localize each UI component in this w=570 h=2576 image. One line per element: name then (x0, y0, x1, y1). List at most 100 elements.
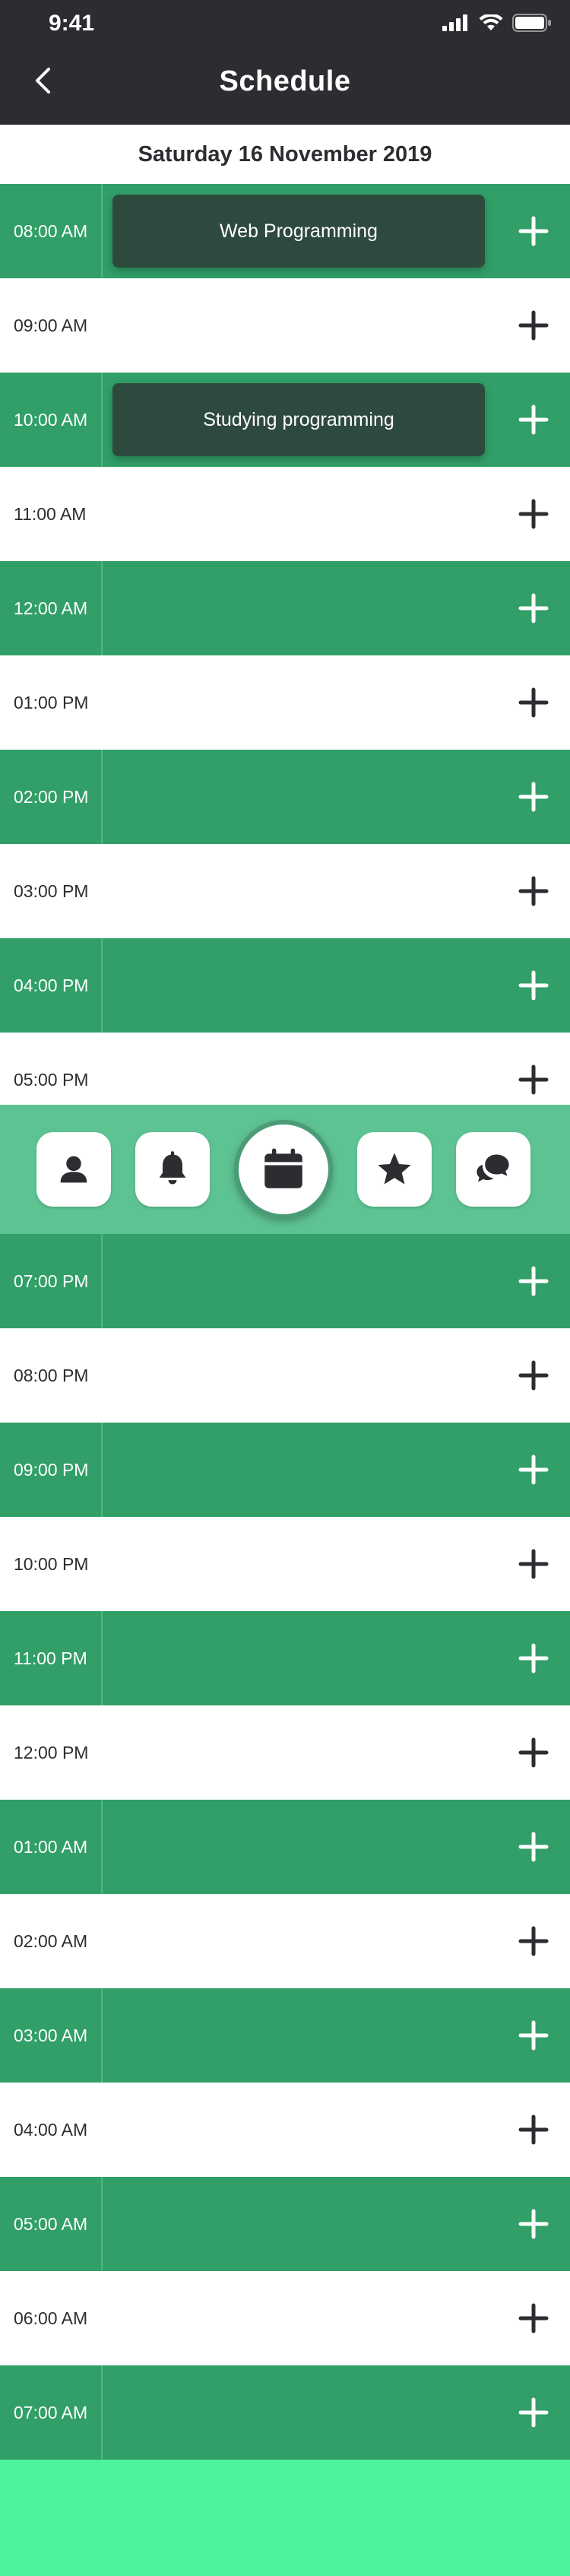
add-event-button[interactable] (508, 1915, 559, 1967)
schedule-row: 09:00 PM (0, 1423, 570, 1517)
slot-time: 11:00 AM (14, 503, 87, 524)
slot-time: 07:00 PM (0, 1234, 103, 1328)
schedule-row: 06:00 AM (0, 2271, 570, 2365)
tab-star[interactable] (357, 1132, 432, 1207)
schedule-row: 08:00 AM Web Programming (0, 184, 570, 278)
add-event-button[interactable] (508, 771, 559, 823)
schedule-row: 12:00 PM (0, 1705, 570, 1800)
plus-icon (518, 1360, 549, 1391)
bell-icon (159, 1151, 186, 1185)
calendar-icon (264, 1148, 302, 1188)
plus-icon (518, 687, 549, 718)
schedule-row: 04:00 PM (0, 938, 570, 1033)
page-title: Schedule (219, 65, 351, 97)
add-event-button[interactable] (508, 488, 559, 540)
add-event-button[interactable] (508, 1632, 559, 1684)
add-event-button[interactable] (508, 582, 559, 634)
plus-icon (518, 404, 549, 435)
schedule-row: 09:00 AM (0, 278, 570, 373)
header: 9:41 Schedule (0, 0, 570, 125)
schedule-row: 01:00 AM (0, 1800, 570, 1894)
plus-icon (518, 1064, 549, 1095)
plus-icon (518, 2303, 549, 2333)
plus-icon (518, 216, 549, 246)
add-event-button[interactable] (508, 1350, 559, 1401)
add-event-button[interactable] (508, 2104, 559, 2156)
schedule-row: 10:00 AM Studying programming (0, 373, 570, 467)
add-event-button[interactable] (508, 1538, 559, 1590)
tab-bell[interactable] (135, 1132, 210, 1207)
plus-icon (518, 970, 549, 1001)
add-event-button[interactable] (508, 865, 559, 917)
date-label: Saturday 16 November 2019 (0, 125, 570, 184)
slot-time: 09:00 AM (14, 315, 88, 335)
slot-time: 11:00 PM (0, 1611, 103, 1705)
slot-time: 12:00 AM (0, 561, 103, 655)
schedule-row: 11:00 AM (0, 467, 570, 561)
schedule-row: 05:00 AM (0, 2177, 570, 2271)
add-event-button[interactable] (508, 677, 559, 728)
slot-time: 08:00 PM (14, 1365, 89, 1385)
slot-time: 09:00 PM (0, 1423, 103, 1517)
wifi-icon (479, 14, 503, 30)
tab-user[interactable] (36, 1132, 111, 1207)
add-event-button[interactable] (508, 1821, 559, 1873)
slot-time: 07:00 AM (0, 2365, 103, 2460)
schedule-row: 08:00 PM (0, 1328, 570, 1423)
star-icon (378, 1153, 411, 1185)
slot-time: 08:00 AM (0, 184, 103, 278)
plus-icon (518, 2114, 549, 2145)
plus-icon (518, 782, 549, 812)
slot-time: 03:00 PM (14, 880, 89, 901)
add-event-button[interactable] (508, 1255, 559, 1307)
slot-time: 06:00 AM (14, 2308, 88, 2328)
schedule-row: 12:00 AM (0, 561, 570, 655)
plus-icon (518, 1266, 549, 1296)
slot-time: 12:00 PM (14, 1742, 89, 1762)
add-event-button[interactable] (508, 2387, 559, 2438)
schedule-row: 02:00 AM (0, 1894, 570, 1988)
schedule-row: 11:00 PM (0, 1611, 570, 1705)
add-event-button[interactable] (508, 2010, 559, 2061)
add-event-button[interactable] (508, 300, 559, 351)
plus-icon (518, 1549, 549, 1579)
slot-time: 02:00 PM (0, 750, 103, 844)
plus-icon (518, 2020, 549, 2051)
plus-icon (518, 310, 549, 341)
slot-time: 10:00 AM (0, 373, 103, 467)
schedule-row: 03:00 PM (0, 844, 570, 938)
plus-icon (518, 1832, 549, 1862)
slot-time: 03:00 AM (0, 1988, 103, 2083)
bottom-tab-bar (0, 1105, 570, 1234)
plus-icon (518, 593, 549, 623)
schedule-row: 07:00 AM (0, 2365, 570, 2460)
add-event-button[interactable] (508, 394, 559, 446)
slot-time: 04:00 AM (14, 2119, 88, 2140)
slot-time: 04:00 PM (0, 938, 103, 1033)
schedule-row: 03:00 AM (0, 1988, 570, 2083)
add-event-button[interactable] (508, 205, 559, 257)
schedule-row: 04:00 AM (0, 2083, 570, 2177)
event-card[interactable]: Studying programming (112, 383, 485, 456)
user-icon (60, 1156, 87, 1183)
plus-icon (518, 1643, 549, 1673)
add-event-button[interactable] (508, 1054, 559, 1106)
add-event-button[interactable] (508, 2198, 559, 2250)
status-icons (442, 14, 552, 32)
plus-icon (518, 1926, 549, 1956)
schedule-row: 01:00 PM (0, 655, 570, 750)
plus-icon (518, 2209, 549, 2239)
add-event-button[interactable] (508, 1727, 559, 1778)
add-event-button[interactable] (508, 1444, 559, 1496)
tab-chat[interactable] (456, 1132, 530, 1207)
signal-icon (442, 14, 467, 31)
event-card[interactable]: Web Programming (112, 195, 485, 268)
plus-icon (518, 1737, 549, 1768)
plus-icon (518, 876, 549, 906)
tab-calendar[interactable] (234, 1120, 333, 1219)
schedule-row: 10:00 PM (0, 1517, 570, 1611)
add-event-button[interactable] (508, 2292, 559, 2344)
battery-icon (512, 14, 551, 32)
add-event-button[interactable] (508, 960, 559, 1011)
plus-icon (518, 2397, 549, 2428)
